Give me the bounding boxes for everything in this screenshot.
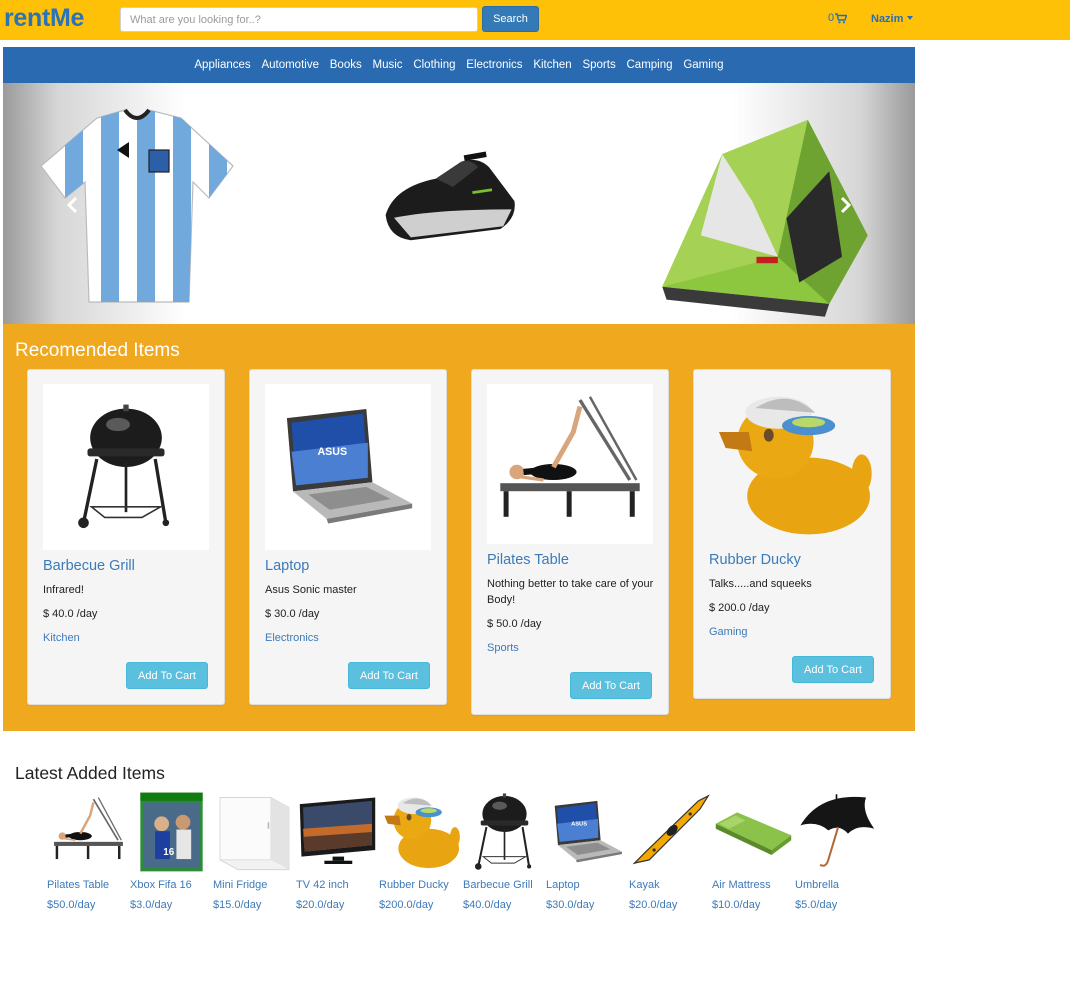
product-title[interactable]: Rubber Ducky [709,552,801,568]
product-description: Asus Sonic master [265,584,357,596]
latest-item-price: $15.0/day [213,899,262,911]
latest-item-name[interactable]: Barbecue Grill [463,879,533,891]
tv-thumbnail [296,791,379,873]
product-title[interactable]: Barbecue Grill [43,558,135,574]
latest-item-name[interactable]: Kayak [629,879,660,891]
product-image[interactable] [487,384,653,544]
latest-item-price: $30.0/day [546,899,595,911]
laptop-image [286,408,413,524]
product-price: $ 30.0 /day [265,608,320,620]
category-link-appliances[interactable]: Appliances [189,59,256,71]
latest-item-name[interactable]: Umbrella [795,879,839,891]
latest-item-name[interactable]: TV 42 inch [296,879,349,891]
product-price: $ 50.0 /day [487,618,542,630]
latest-item-name[interactable]: Laptop [546,879,580,891]
kayak-thumbnail [629,791,712,873]
add-to-cart-button[interactable]: Add To Cart [570,672,652,699]
latest-item-price: $20.0/day [296,899,345,911]
category-nav: Appliances Automotive Books Music Clothi… [3,47,915,83]
umbrella-thumbnail [795,791,878,873]
product-category-link[interactable]: Sports [487,642,519,654]
search-button[interactable]: Search [482,6,539,32]
camping-tent-image [625,107,905,321]
product-card-barbecue-grill: Barbecue Grill Infrared! $ 40.0 /day Kit… [27,369,225,705]
latest-item-price: $40.0/day [463,899,512,911]
latest-item-price: $10.0/day [712,899,761,911]
latest-item-price: $3.0/day [130,899,173,911]
mini-fridge-thumbnail [213,791,296,873]
cart-count: 0 [828,12,835,24]
user-name: Nazim [871,13,904,25]
product-description: Nothing better to take care of your Body… [487,578,654,606]
category-link-electronics[interactable]: Electronics [461,59,528,71]
product-card-pilates-table: Pilates Table Nothing better to take car… [471,369,669,715]
search-input[interactable] [120,7,478,32]
carousel-next-arrow[interactable] [835,195,855,215]
category-link-music[interactable]: Music [367,59,408,71]
product-image[interactable] [43,384,209,550]
laptop-thumbnail [546,791,629,873]
latest-item-name[interactable]: Mini Fridge [213,879,267,891]
latest-item-name[interactable]: Xbox Fifa 16 [130,879,192,891]
product-price: $ 200.0 /day [709,602,770,614]
latest-item-price: $20.0/day [629,899,678,911]
add-to-cart-button[interactable]: Add To Cart [792,656,874,683]
rubber-ducky-image [709,384,875,544]
product-description: Infrared! [43,584,84,596]
add-to-cart-button[interactable]: Add To Cart [126,662,208,689]
add-to-cart-button[interactable]: Add To Cart [348,662,430,689]
pilates-table-image [487,384,653,544]
category-link-automotive[interactable]: Automotive [256,59,324,71]
product-price: $ 40.0 /day [43,608,98,620]
rubber-ducky-thumbnail [379,791,462,873]
latest-item-price: $200.0/day [379,899,434,911]
cart-link[interactable]: 0 [828,12,848,24]
product-category-link[interactable]: Kitchen [43,632,80,644]
category-link-clothing[interactable]: Clothing [408,59,461,71]
barbecue-grill-thumbnail [463,791,546,873]
jet-ski-image [323,131,577,271]
latest-item-name[interactable]: Pilates Table [47,879,109,891]
product-description: Talks.....and squeeks [709,578,812,590]
xbox-fifa-16-thumbnail [130,791,213,873]
product-title[interactable]: Laptop [265,558,309,574]
category-link-camping[interactable]: Camping [621,59,678,71]
product-category-link[interactable]: Gaming [709,626,748,638]
latest-item-price: $50.0/day [47,899,96,911]
latest-item-name[interactable]: Rubber Ducky [379,879,449,891]
recommended-section: Recomended Items Barbecue Grill Infrared… [3,324,915,731]
category-link-sports[interactable]: Sports [577,59,621,71]
brand-logo[interactable]: rentMe [4,4,84,33]
product-card-rubber-ducky: Rubber Ducky Talks.....and squeeks $ 200… [693,369,891,699]
product-image[interactable] [709,384,875,544]
category-link-books[interactable]: Books [324,59,367,71]
caret-down-icon [907,16,914,20]
category-link-gaming[interactable]: Gaming [678,59,729,71]
shopping-cart-icon [835,12,848,23]
hero-carousel [3,83,915,324]
latest-items-title: Latest Added Items [15,763,165,783]
product-image[interactable] [265,384,431,550]
product-card-laptop: Laptop Asus Sonic master $ 30.0 /day Ele… [249,369,447,705]
pilates-table-thumbnail [47,791,130,873]
air-mattress-thumbnail [712,791,795,873]
barbecue-grill-image [76,402,171,530]
user-menu-dropdown[interactable]: Nazim [871,13,914,25]
product-category-link[interactable]: Electronics [265,632,319,644]
top-navbar: rentMe Search 0 Nazim [0,0,1070,40]
product-title[interactable]: Pilates Table [487,552,569,568]
recommended-title: Recomended Items [15,340,180,361]
latest-item-price: $5.0/day [795,899,838,911]
carousel-prev-arrow[interactable] [63,195,83,215]
category-link-kitchen[interactable]: Kitchen [528,59,577,71]
latest-item-name[interactable]: Air Mattress [712,879,771,891]
